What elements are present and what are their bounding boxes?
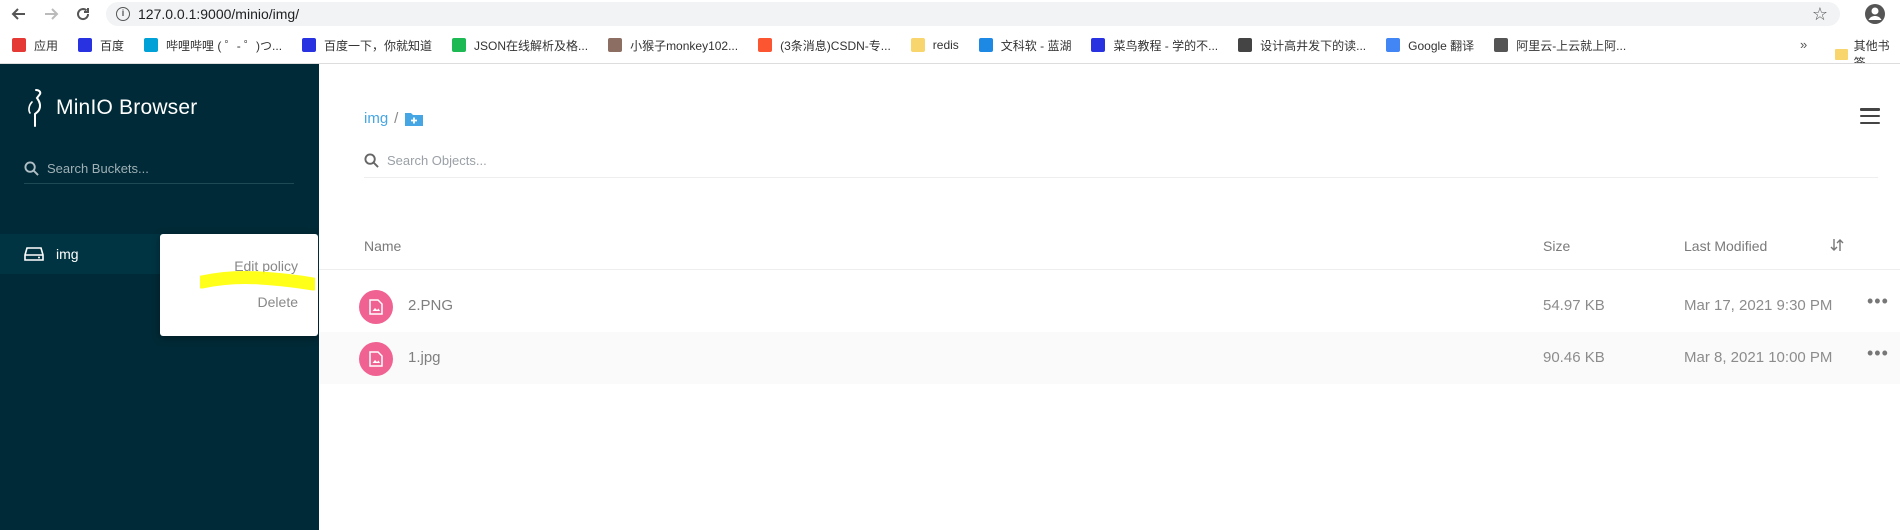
column-header-size[interactable]: Size bbox=[1543, 238, 1570, 254]
delete-menu-item[interactable]: Delete bbox=[258, 294, 298, 310]
folder-icon bbox=[910, 38, 925, 52]
bucket-name: img bbox=[56, 246, 79, 262]
brand-title: MinIO Browser bbox=[56, 96, 198, 119]
back-arrow-icon[interactable] bbox=[6, 1, 32, 27]
table-header: Name Size Last Modified bbox=[319, 224, 1900, 270]
bookmark-item[interactable]: 小猴子monkey102... bbox=[608, 37, 738, 54]
lanhu-icon bbox=[978, 38, 993, 52]
file-name[interactable]: 2.PNG bbox=[408, 297, 453, 314]
bookmark-item[interactable]: 哔哩哔哩 ( ゜- ゜)つ... bbox=[144, 37, 282, 54]
bookmark-item[interactable]: 百度 bbox=[78, 37, 124, 54]
bookmark-item[interactable]: Google 翻译 bbox=[1386, 37, 1474, 54]
bookmark-label: 百度一下，你就知道 bbox=[324, 38, 433, 53]
bucket-search bbox=[24, 154, 294, 184]
profile-avatar-icon[interactable] bbox=[1863, 2, 1887, 26]
bookmark-item[interactable]: redis bbox=[910, 38, 959, 52]
breadcrumb-separator: / bbox=[394, 110, 399, 127]
file-size: 54.97 KB bbox=[1543, 297, 1605, 314]
bookmark-item[interactable]: 文科软 - 蓝湖 bbox=[978, 37, 1072, 54]
bilibili-tv-icon bbox=[144, 38, 159, 52]
bookmark-star-icon[interactable]: ☆ bbox=[1812, 4, 1828, 25]
bookmark-item[interactable]: (3条消息)CSDN-专... bbox=[758, 37, 891, 54]
baidu-paw-icon bbox=[302, 38, 317, 52]
bookmark-label: (3条消息)CSDN-专... bbox=[780, 38, 891, 53]
row-actions-more-icon[interactable]: ••• bbox=[1867, 343, 1889, 364]
bookmark-label: 文科软 - 蓝湖 bbox=[1000, 38, 1072, 53]
address-bar[interactable]: i 127.0.0.1:9000/minio/img/ ☆ bbox=[106, 2, 1840, 26]
table-row[interactable]: 1.jpg 90.46 KB Mar 8, 2021 10:00 PM ••• bbox=[319, 332, 1900, 384]
bookmark-item[interactable]: JSON在线解析及格... bbox=[452, 37, 588, 54]
file-last-modified: Mar 17, 2021 9:30 PM bbox=[1684, 297, 1833, 314]
minio-bird-icon bbox=[28, 89, 42, 127]
hard-drive-icon bbox=[24, 247, 44, 261]
globe-icon bbox=[1494, 38, 1509, 52]
file-last-modified: Mar 8, 2021 10:00 PM bbox=[1684, 349, 1833, 366]
bookmark-item[interactable]: 阿里云-上云就上阿... bbox=[1494, 37, 1626, 54]
table-row[interactable]: 2.PNG 54.97 KB Mar 17, 2021 9:30 PM ••• bbox=[319, 280, 1900, 332]
brand-logo[interactable]: MinIO Browser bbox=[26, 88, 197, 128]
column-header-last-modified[interactable]: Last Modified bbox=[1684, 238, 1767, 254]
main-content: img / Name Size Last Modified 2.PNG 54.9… bbox=[319, 64, 1900, 530]
object-search bbox=[364, 144, 1878, 178]
bookmark-item[interactable]: 应用 bbox=[12, 37, 58, 54]
new-folder-icon[interactable] bbox=[404, 111, 424, 127]
csdn-c-icon bbox=[758, 38, 773, 52]
hamburger-menu-icon[interactable] bbox=[1860, 108, 1880, 124]
bookmark-label: 设计高井发下的读... bbox=[1260, 38, 1367, 53]
bookmark-label: 哔哩哔哩 ( ゜- ゜)つ... bbox=[166, 38, 283, 53]
breadcrumb-bucket[interactable]: img bbox=[364, 110, 388, 127]
bookmark-item[interactable]: 设计高井发下的读... bbox=[1238, 37, 1366, 54]
image-file-icon bbox=[359, 342, 393, 376]
object-search-input[interactable] bbox=[387, 153, 1867, 168]
bookmark-label: 菜鸟教程 - 学的不... bbox=[1113, 38, 1219, 53]
bucket-search-input[interactable] bbox=[47, 161, 287, 176]
bookmark-label: Google 翻译 bbox=[1408, 38, 1475, 53]
bookmark-item[interactable]: 百度一下，你就知道 bbox=[302, 37, 432, 54]
file-name[interactable]: 1.jpg bbox=[408, 349, 441, 366]
column-header-name[interactable]: Name bbox=[364, 238, 401, 254]
sort-icon[interactable] bbox=[1830, 238, 1844, 255]
row-actions-more-icon[interactable]: ••• bbox=[1867, 291, 1889, 312]
site-info-icon[interactable]: i bbox=[116, 7, 130, 21]
bookmarks-bar: 应用 百度 哔哩哔哩 ( ゜- ゜)つ... 百度一下，你就知道 JSON在线解析及格.… bbox=[0, 32, 1900, 58]
more-bookmarks-chevron-icon[interactable]: » bbox=[1800, 37, 1807, 52]
highlighter-annotation bbox=[200, 271, 315, 291]
file-size: 90.46 KB bbox=[1543, 349, 1605, 366]
browser-menu-icon[interactable]: ⋮ bbox=[1893, 4, 1900, 24]
apps-grid-icon bbox=[12, 38, 26, 52]
bookmark-label: JSON在线解析及格... bbox=[474, 38, 589, 53]
monkey-avatar-icon bbox=[608, 38, 623, 52]
baidu-paw-icon bbox=[78, 38, 93, 52]
bookmark-item[interactable]: 菜鸟教程 - 学的不... bbox=[1091, 37, 1218, 54]
bookmark-label: 应用 bbox=[34, 38, 59, 53]
search-icon bbox=[364, 153, 379, 168]
address-url[interactable]: 127.0.0.1:9000/minio/img/ bbox=[138, 6, 299, 22]
bookmark-label: 阿里云-上云就上阿... bbox=[1516, 38, 1627, 53]
baidu-paw-icon bbox=[1091, 38, 1106, 52]
bookmark-label: redis bbox=[932, 38, 959, 52]
reload-icon[interactable] bbox=[70, 1, 96, 27]
json-icon bbox=[452, 38, 467, 52]
image-file-icon bbox=[359, 290, 393, 324]
google-translate-icon bbox=[1386, 38, 1401, 52]
breadcrumb: img / bbox=[364, 110, 424, 127]
bookmark-label: 小猴子monkey102... bbox=[630, 38, 739, 53]
forward-arrow-icon[interactable] bbox=[38, 1, 64, 27]
browser-toolbar: i 127.0.0.1:9000/minio/img/ ☆ ⋮ bbox=[0, 0, 1900, 28]
bookmark-label: 百度 bbox=[100, 38, 125, 53]
folder-icon bbox=[1835, 48, 1848, 60]
search-icon bbox=[24, 161, 39, 176]
design-icon bbox=[1238, 38, 1253, 52]
